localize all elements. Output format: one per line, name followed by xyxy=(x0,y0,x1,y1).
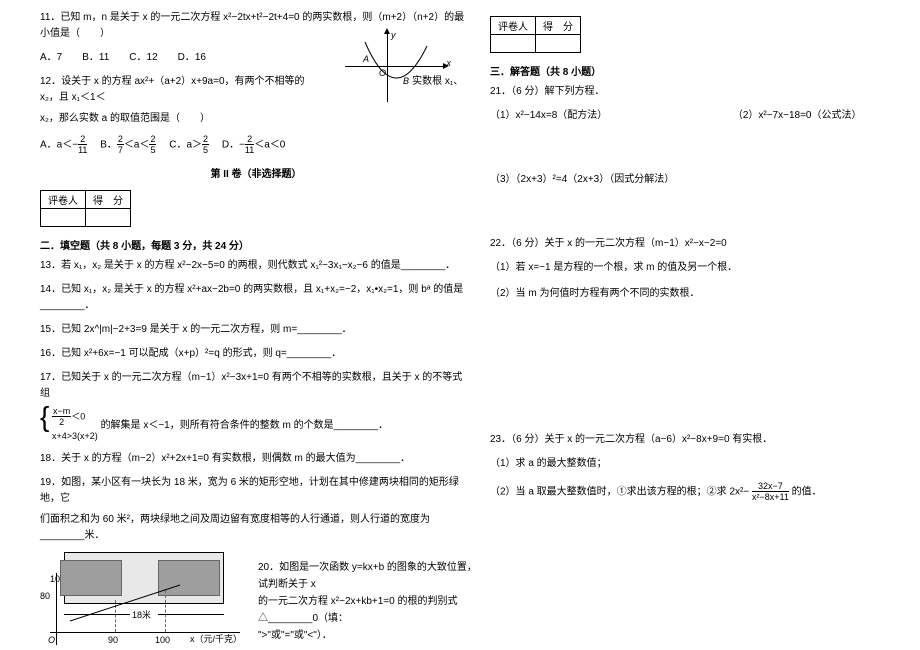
frac-a: 211 xyxy=(78,135,87,155)
score-table-left: 评卷人得 分 xyxy=(40,190,131,227)
q15: 15．已知 2x^|m|−2+3=9 是关于 x 的一元二次方程，则 m=___… xyxy=(40,322,472,338)
q12-options: A．a＜−211 B．27＜a＜25 C．a＞25 D．−211＜a＜0 xyxy=(40,135,472,155)
q14: 14．已知 x₁，x₂ 是关于 x 的方程 x²+ax−2b=0 的两实数根，且… xyxy=(40,282,472,314)
point-a-label: A xyxy=(363,54,369,64)
q20-a: 20．如图是一次函数 y=kx+b 的图象的大致位置，试判断关于 x xyxy=(258,559,478,593)
q20-linear-graph: 80 90 100 O x（元/千克） xyxy=(40,573,240,645)
q20-c: ">"或"="或"<"）． xyxy=(258,627,478,644)
q22-2: （2）当 m 为何值时方程有两个不同的实数根． xyxy=(490,286,910,302)
q21-row: （1）x²−14x=8（配方法） （2）x²−7x−18=0（公式法） xyxy=(490,108,910,124)
q21: 21．（6 分）解下列方程． xyxy=(490,84,910,100)
q22-1: （1）若 x=−1 是方程的一个根，求 m 的值及另一个根． xyxy=(490,260,910,276)
q17-a: 17．已知关于 x 的一元二次方程（m−1）x²−3x+1=0 有两个不相等的实… xyxy=(40,370,472,402)
q21-2: （2）x²−7x−18=0（公式法） xyxy=(733,110,862,121)
q17-ineq1-tail: ＜0 xyxy=(71,411,85,421)
part2-title: 第 II 卷（非选择题） xyxy=(40,165,472,180)
q21-3: （3）（2x+3）²=4（2x+3）（因式分解法） xyxy=(490,172,910,188)
score-col1: 评卷人 xyxy=(41,191,86,209)
frac-b2: 25 xyxy=(149,135,156,155)
score-table-right: 评卷人得 分 xyxy=(490,16,581,53)
q12-opt-b-pre: B． xyxy=(90,140,117,151)
axis-x-label: x xyxy=(447,58,452,68)
frac-c: 25 xyxy=(202,135,209,155)
q13: 13．若 x₁，x₂ 是关于 x 的方程 x²−2x−5=0 的两根，则代数式 … xyxy=(40,258,472,274)
q23: 23．（6 分）关于 x 的一元二次方程（a−6）x²−8x+9=0 有实根． xyxy=(490,432,910,448)
frac-b1: 27 xyxy=(117,135,124,155)
q23-2: （2）当 a 取最大整数值时，①求出该方程的根；②求 2x²− 32x−7x²−… xyxy=(490,482,910,502)
fill-title: 二．填空题（共 8 小题，每题 3 分，共 24 分） xyxy=(40,237,472,252)
q12-parabola-graph: y x O A B xyxy=(345,32,445,102)
lin-xlabel: x（元/千克） xyxy=(190,632,242,645)
q12-opt-a: a＜− xyxy=(57,140,78,151)
score-r-col2: 得 分 xyxy=(536,17,581,35)
q17-tail: 的解集是 x＜−1，则所有符合条件的整数 m 的个数是________． xyxy=(101,420,389,431)
q12-opt-d-tail: ＜a＜0 xyxy=(254,140,285,151)
left-column: 11．已知 m，n 是关于 x 的一元二次方程 x²−2tx+t²−2t+4=0… xyxy=(0,0,480,650)
q17-ineq2: x+4>3(x+2) xyxy=(52,429,98,443)
q22: 22．（6 分）关于 x 的一元二次方程（m−1）x²−x−2=0 xyxy=(490,236,910,252)
q21-1: （1）x²−14x=8（配方法） xyxy=(490,110,607,121)
q19-b: 们面积之和为 60 米²，两块绿地之间及周边留有宽度相等的人行通道，则人行道的宽… xyxy=(40,512,472,544)
lin-100: 100 xyxy=(155,635,170,645)
right-column: 评卷人得 分 三．解答题（共 8 小题） 21．（6 分）解下列方程． （1）x… xyxy=(480,0,920,650)
q12-opt-c: C．a＞ xyxy=(159,140,202,151)
score-r-col1: 评卷人 xyxy=(491,17,536,35)
q23-2b: 的值． xyxy=(792,487,822,498)
axis-y-label: y xyxy=(391,30,396,40)
lin-origin: O xyxy=(48,635,55,645)
q23-frac: 32x−7x²−8x+11 xyxy=(752,482,789,502)
q23-2a: （2）当 a 取最大整数值时，①求出该方程的根；②求 2x²− xyxy=(490,487,749,498)
origin-label: O xyxy=(379,68,386,78)
q12-part-c: x₂，那么实数 a 的取值范围是（ ） xyxy=(40,111,472,127)
q20-b: 的一元二次方程 x²−2x+kb+1=0 的根的判别式 △________0（填… xyxy=(258,593,478,627)
answer-title: 三．解答题（共 8 小题） xyxy=(490,63,910,78)
q12-opt-a-pre: A． xyxy=(40,140,57,151)
q23-1: （1）求 a 的最大整数值； xyxy=(490,456,910,472)
q17-system: x−m2＜0 x+4>3(x+2) 的解集是 x＜−1，则所有符合条件的整数 m… xyxy=(40,407,472,443)
q18: 18．关于 x 的方程（m−2）x²+2x+1=0 有实数根，则偶数 m 的最大… xyxy=(40,451,472,467)
lin-80: 80 xyxy=(40,591,50,601)
lin-90: 90 xyxy=(108,635,118,645)
point-b-label: B xyxy=(403,76,409,86)
q20-text: 20．如图是一次函数 y=kx+b 的图象的大致位置，试判断关于 x 的一元二次… xyxy=(258,559,478,644)
q12-part-a: 12．设关于 x 的方程 ax²+（a+2）x+9a=0，有两个不相等的 xyxy=(40,76,305,87)
q12-opt-b-mid: ＜a＜ xyxy=(124,140,150,151)
q16: 16．已知 x²+6x=−1 可以配成（x+p）²=q 的形式，则 q=____… xyxy=(40,346,472,362)
q19-a: 19．如图，某小区有一块长为 18 米，宽为 6 米的矩形空地，计划在其中修建两… xyxy=(40,475,472,507)
score-col2: 得 分 xyxy=(86,191,131,209)
q12-opt-d-pre: D．− xyxy=(212,140,245,151)
frac-d: 211 xyxy=(245,135,254,155)
